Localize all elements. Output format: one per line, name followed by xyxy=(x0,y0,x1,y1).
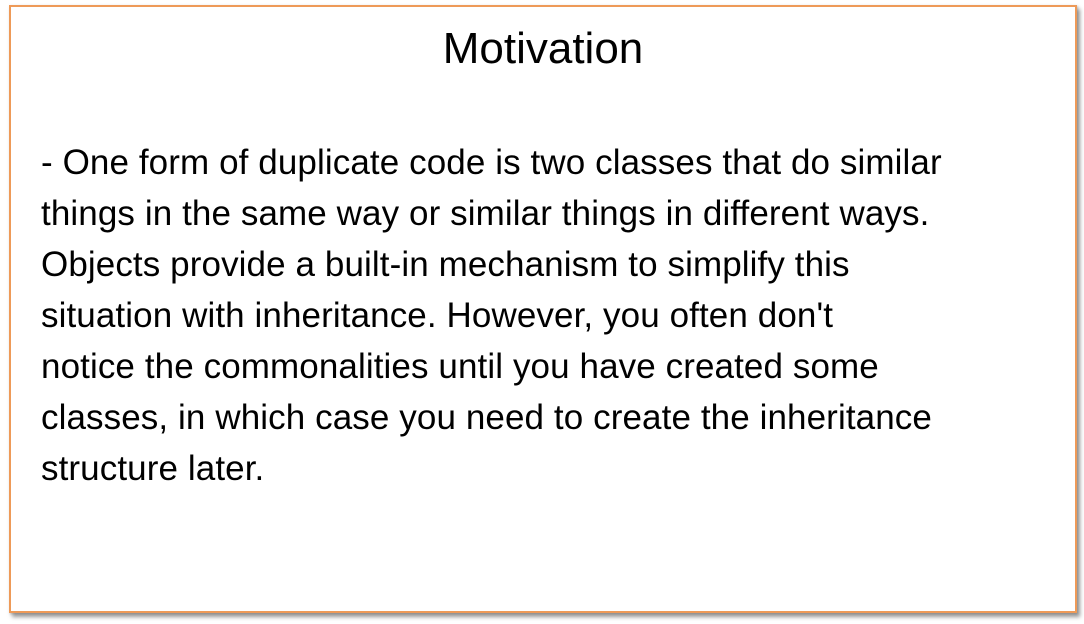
slide-body-text: - One form of duplicate code is two clas… xyxy=(41,143,942,488)
slide-frame: Motivation - One form of duplicate code … xyxy=(9,5,1077,613)
slide-title: Motivation xyxy=(442,24,644,73)
